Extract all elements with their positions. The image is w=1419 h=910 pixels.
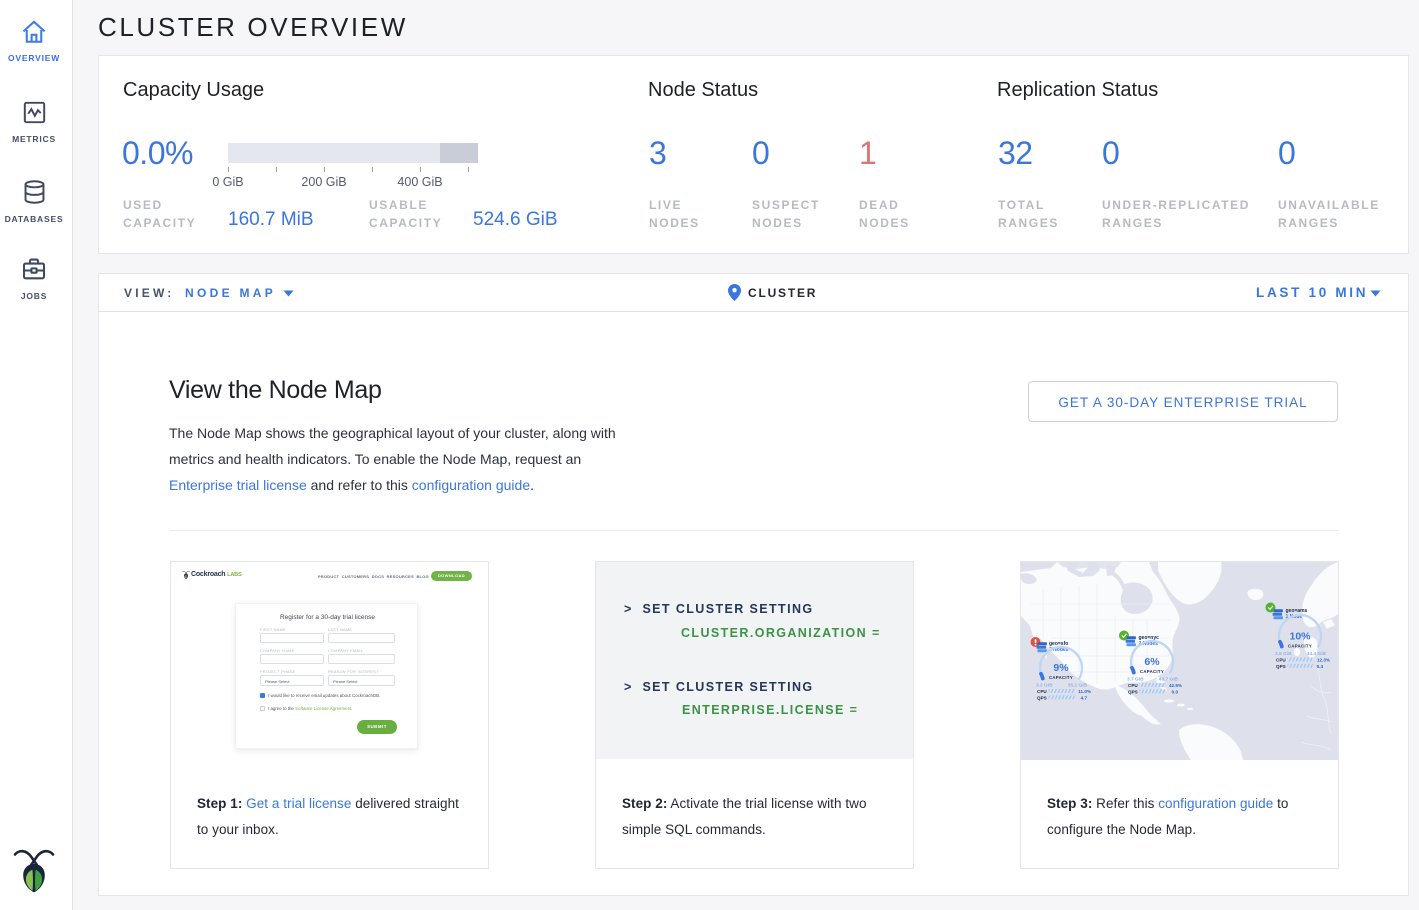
svg-text:0.4: 0.4 (1317, 664, 1324, 669)
svg-text:10%: 10% (1289, 631, 1311, 643)
svg-text:3.6 GiB: 3.6 GiB (1275, 651, 1292, 657)
svg-text:CAPACITY: CAPACITY (1288, 644, 1312, 649)
svg-text:0.0: 0.0 (1172, 689, 1179, 694)
svg-text:CAPACITY: CAPACITY (1049, 675, 1073, 680)
svg-text:12.3%: 12.3% (1317, 658, 1330, 663)
svg-text:CPU: CPU (1128, 683, 1138, 688)
svg-text:42.5%: 42.5% (1169, 683, 1182, 688)
svg-text:11.0%: 11.0% (1078, 689, 1091, 694)
svg-text:6%: 6% (1144, 656, 1160, 668)
svg-text:QPS: QPS (1276, 664, 1286, 669)
svg-text:CAPACITY: CAPACITY (1140, 669, 1164, 674)
svg-text:3.7 GiB: 3.7 GiB (1127, 677, 1144, 683)
svg-text:CPU: CPU (1276, 658, 1286, 663)
svg-text:CPU: CPU (1037, 689, 1047, 694)
svg-text:3.2 GiB: 3.2 GiB (1036, 683, 1053, 689)
svg-text:43.7 GiB: 43.7 GiB (1159, 677, 1179, 683)
svg-text:4.7: 4.7 (1081, 695, 1088, 700)
svg-text:35.1 GiB: 35.1 GiB (1068, 683, 1088, 689)
svg-text:QPS: QPS (1128, 689, 1138, 694)
svg-text:9%: 9% (1053, 662, 1069, 674)
svg-text:34.4 GiB: 34.4 GiB (1307, 651, 1327, 657)
svg-text:geo=sfo: geo=sfo (1049, 641, 1068, 647)
svg-text:QPS: QPS (1037, 695, 1047, 700)
svg-text:geo=ams: geo=ams (1286, 608, 1308, 614)
